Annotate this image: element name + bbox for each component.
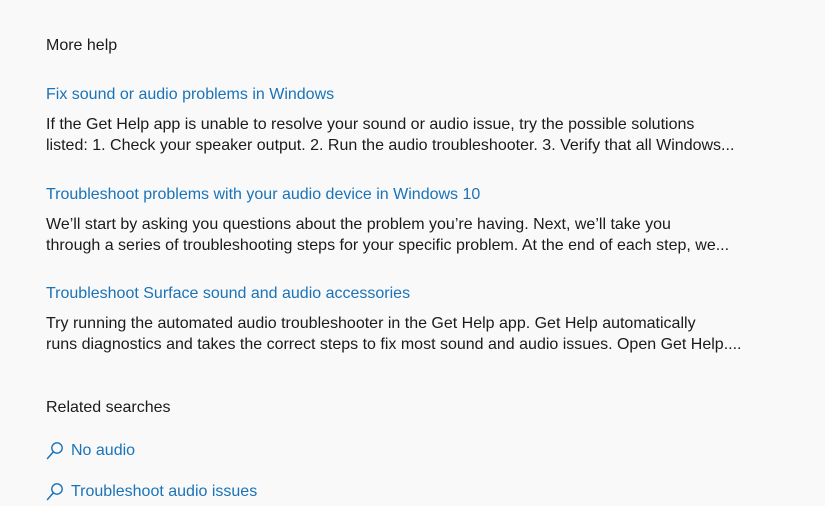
search-icon: [46, 483, 63, 501]
help-result-description: Try running the automated audio troubles…: [46, 313, 786, 355]
related-search-item[interactable]: Troubleshoot audio issues: [46, 482, 257, 502]
description-line: If the Get Help app is unable to resolve…: [46, 116, 695, 133]
help-result: Troubleshoot problems with your audio de…: [46, 185, 786, 256]
help-result-description: We’ll start by asking you questions abou…: [46, 214, 786, 256]
help-result-link[interactable]: Troubleshoot problems with your audio de…: [46, 185, 786, 205]
description-line: Try running the automated audio troubles…: [46, 315, 696, 332]
search-icon: [46, 442, 63, 460]
help-result: Fix sound or audio problems in Windows I…: [46, 85, 786, 156]
related-search-item[interactable]: No audio: [46, 441, 135, 461]
description-line: through a series of troubleshooting step…: [46, 237, 730, 254]
description-line: listed: 1. Check your speaker output. 2.…: [46, 137, 735, 154]
help-result-link[interactable]: Fix sound or audio problems in Windows: [46, 85, 786, 105]
related-search-label: No audio: [71, 442, 136, 459]
description-line: runs diagnostics and takes the correct s…: [46, 336, 742, 353]
help-result-description: If the Get Help app is unable to resolve…: [46, 114, 786, 156]
related-searches-heading: Related searches: [46, 399, 171, 416]
related-search-label: Troubleshoot audio issues: [71, 483, 258, 500]
help-result: Troubleshoot Surface sound and audio acc…: [46, 284, 786, 355]
description-line: We’ll start by asking you questions abou…: [46, 216, 671, 233]
more-help-heading: More help: [46, 37, 118, 54]
help-result-link[interactable]: Troubleshoot Surface sound and audio acc…: [46, 284, 786, 304]
